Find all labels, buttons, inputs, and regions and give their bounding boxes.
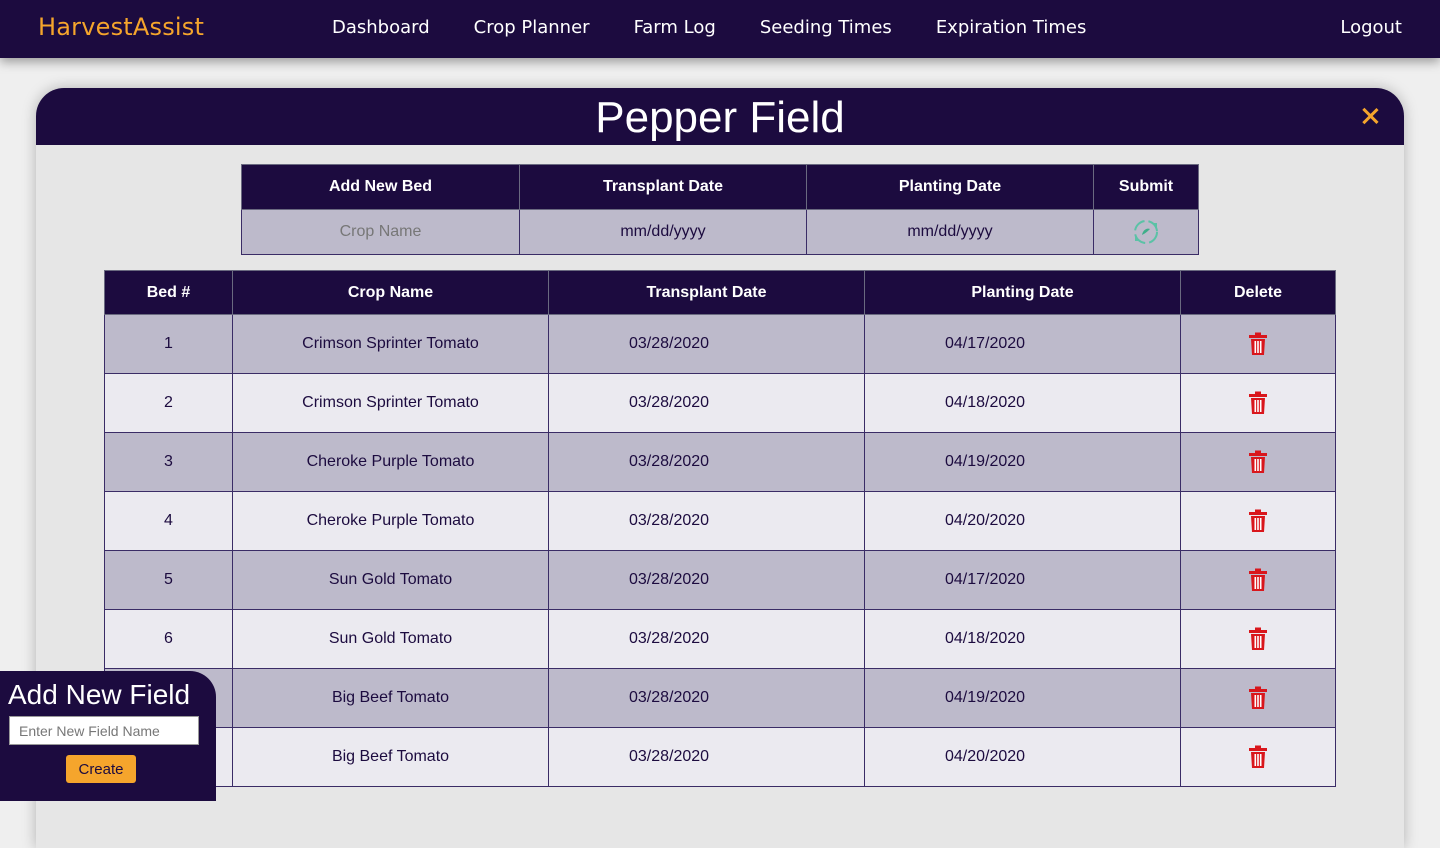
beds-table: Bed # Crop Name Transplant Date Planting… — [104, 270, 1336, 787]
bed-number-cell: 3 — [104, 432, 233, 492]
bed-number-cell: 6 — [104, 609, 233, 669]
delete-cell — [1180, 314, 1336, 374]
nav-farm-log[interactable]: Farm Log — [634, 17, 716, 38]
nav-crop-planner[interactable]: Crop Planner — [474, 17, 590, 38]
planting-date-column-header: Planting Date — [864, 270, 1181, 315]
delete-cell — [1180, 727, 1336, 787]
close-icon[interactable] — [1356, 102, 1384, 130]
transplant-date-column-header: Transplant Date — [548, 270, 865, 315]
bed-number-header: Bed # — [104, 270, 233, 315]
planting-date-cell: 04/20/2020 — [864, 727, 1181, 787]
bed-number-cell: 1 — [104, 314, 233, 374]
delete-cell — [1180, 609, 1336, 669]
planting-date-cell: 04/19/2020 — [864, 668, 1181, 728]
trash-icon[interactable] — [1248, 627, 1268, 651]
planting-date-cell: 04/20/2020 — [864, 491, 1181, 551]
transplant-date-cell: 03/28/2020 — [548, 491, 865, 551]
trash-icon[interactable] — [1248, 568, 1268, 592]
table-row: 2 Crimson Sprinter Tomato 03/28/2020 04/18/… — [104, 373, 1336, 433]
planting-date-cell: 04/18/2020 — [864, 609, 1181, 669]
table-row: 5 Sun Gold Tomato 03/28/2020 04/17/2020 — [104, 550, 1336, 610]
bed-number-cell: 5 — [104, 550, 233, 610]
delete-cell — [1180, 432, 1336, 492]
planting-date-cell: 04/19/2020 — [864, 432, 1181, 492]
refresh-cycle-icon[interactable] — [1133, 219, 1159, 245]
crop-name-input[interactable] — [254, 222, 507, 242]
crop-name-cell: Crimson Sprinter Tomato — [232, 314, 549, 374]
field-title: Pepper Field — [595, 93, 845, 142]
planting-date-input[interactable] — [820, 222, 1080, 242]
transplant-date-cell — [519, 209, 807, 255]
transplant-date-cell: 03/28/2020 — [548, 373, 865, 433]
crop-name-cell: Big Beef Tomato — [232, 668, 549, 728]
table-row: 6 Sun Gold Tomato 03/28/2020 04/18/2020 — [104, 609, 1336, 669]
table-row: Big Beef Tomato 03/28/2020 04/19/2020 — [104, 668, 1336, 728]
crop-name-cell — [241, 209, 520, 255]
table-row: 3 Cheroke Purple Tomato 03/28/2020 04/19/20… — [104, 432, 1336, 492]
crop-name-header: Crop Name — [232, 270, 549, 315]
submit-cell — [1093, 209, 1199, 255]
table-row: 1 Crimson Sprinter Tomato 03/28/2020 04/17/… — [104, 314, 1336, 374]
delete-cell — [1180, 491, 1336, 551]
transplant-date-cell: 03/28/2020 — [548, 668, 865, 728]
field-panel-header: Pepper Field — [36, 88, 1404, 145]
nav-seeding-times[interactable]: Seeding Times — [760, 17, 892, 38]
crop-name-cell: Crimson Sprinter Tomato — [232, 373, 549, 433]
crop-name-cell: Cheroke Purple Tomato — [232, 491, 549, 551]
transplant-date-cell: 03/28/2020 — [548, 609, 865, 669]
crop-name-cell: Sun Gold Tomato — [232, 550, 549, 610]
top-navbar: HarvestAssist Dashboard Crop Planner Far… — [0, 0, 1440, 58]
trash-icon[interactable] — [1248, 509, 1268, 533]
transplant-date-cell: 03/28/2020 — [548, 550, 865, 610]
add-bed-header: Add New Bed — [241, 164, 520, 210]
crop-name-cell: Sun Gold Tomato — [232, 609, 549, 669]
nav-expiration-times[interactable]: Expiration Times — [936, 17, 1087, 38]
bed-number-cell: 2 — [104, 373, 233, 433]
transplant-date-cell: 03/28/2020 — [548, 432, 865, 492]
nav-dashboard[interactable]: Dashboard — [332, 17, 430, 38]
trash-icon[interactable] — [1248, 745, 1268, 769]
logout-link[interactable]: Logout — [1340, 17, 1402, 38]
delete-cell — [1180, 550, 1336, 610]
field-panel: Pepper Field Add New Bed Transplant Date… — [36, 88, 1404, 848]
create-field-button[interactable]: Create — [66, 755, 136, 783]
brand-logo[interactable]: HarvestAssist — [38, 13, 204, 41]
add-bed-form: Add New Bed Transplant Date Planting Dat… — [241, 164, 1199, 255]
trash-icon[interactable] — [1248, 391, 1268, 415]
transplant-date-header: Transplant Date — [519, 164, 807, 210]
transplant-date-cell: 03/28/2020 — [548, 314, 865, 374]
delete-cell — [1180, 373, 1336, 433]
planting-date-cell: 04/18/2020 — [864, 373, 1181, 433]
table-row: Big Beef Tomato 03/28/2020 04/20/2020 — [104, 727, 1336, 787]
delete-cell — [1180, 668, 1336, 728]
planting-date-cell — [806, 209, 1094, 255]
table-row: 4 Cheroke Purple Tomato 03/28/2020 04/20/20… — [104, 491, 1336, 551]
crop-name-cell: Cheroke Purple Tomato — [232, 432, 549, 492]
add-field-title: Add New Field — [8, 679, 191, 710]
trash-icon[interactable] — [1248, 332, 1268, 356]
submit-header: Submit — [1093, 164, 1199, 210]
bed-number-cell: 4 — [104, 491, 233, 551]
crop-name-cell: Big Beef Tomato — [232, 727, 549, 787]
new-field-name-input[interactable] — [9, 716, 199, 745]
delete-header: Delete — [1180, 270, 1336, 315]
planting-date-header: Planting Date — [806, 164, 1094, 210]
transplant-date-input[interactable] — [533, 222, 793, 242]
trash-icon[interactable] — [1248, 686, 1268, 710]
transplant-date-cell: 03/28/2020 — [548, 727, 865, 787]
planting-date-cell: 04/17/2020 — [864, 550, 1181, 610]
nav-links: Dashboard Crop Planner Farm Log Seeding … — [332, 17, 1130, 38]
trash-icon[interactable] — [1248, 450, 1268, 474]
planting-date-cell: 04/17/2020 — [864, 314, 1181, 374]
